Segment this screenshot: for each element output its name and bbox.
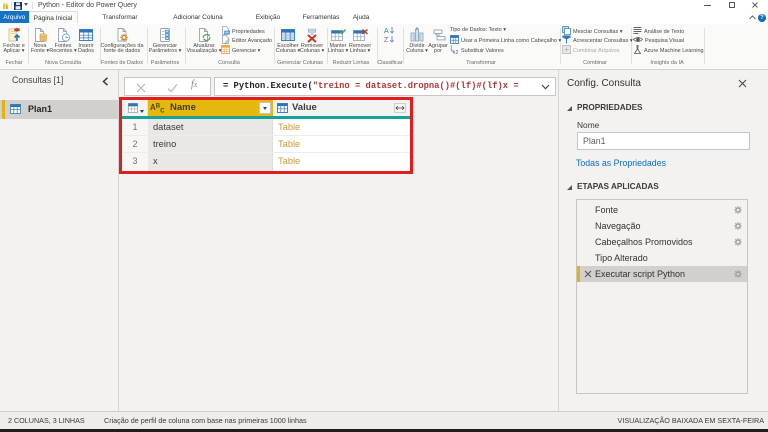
svg-text:1: 1	[450, 45, 453, 51]
svg-text:Z: Z	[384, 37, 389, 44]
svg-text:A: A	[384, 28, 389, 35]
svg-text:2: 2	[456, 50, 459, 54]
